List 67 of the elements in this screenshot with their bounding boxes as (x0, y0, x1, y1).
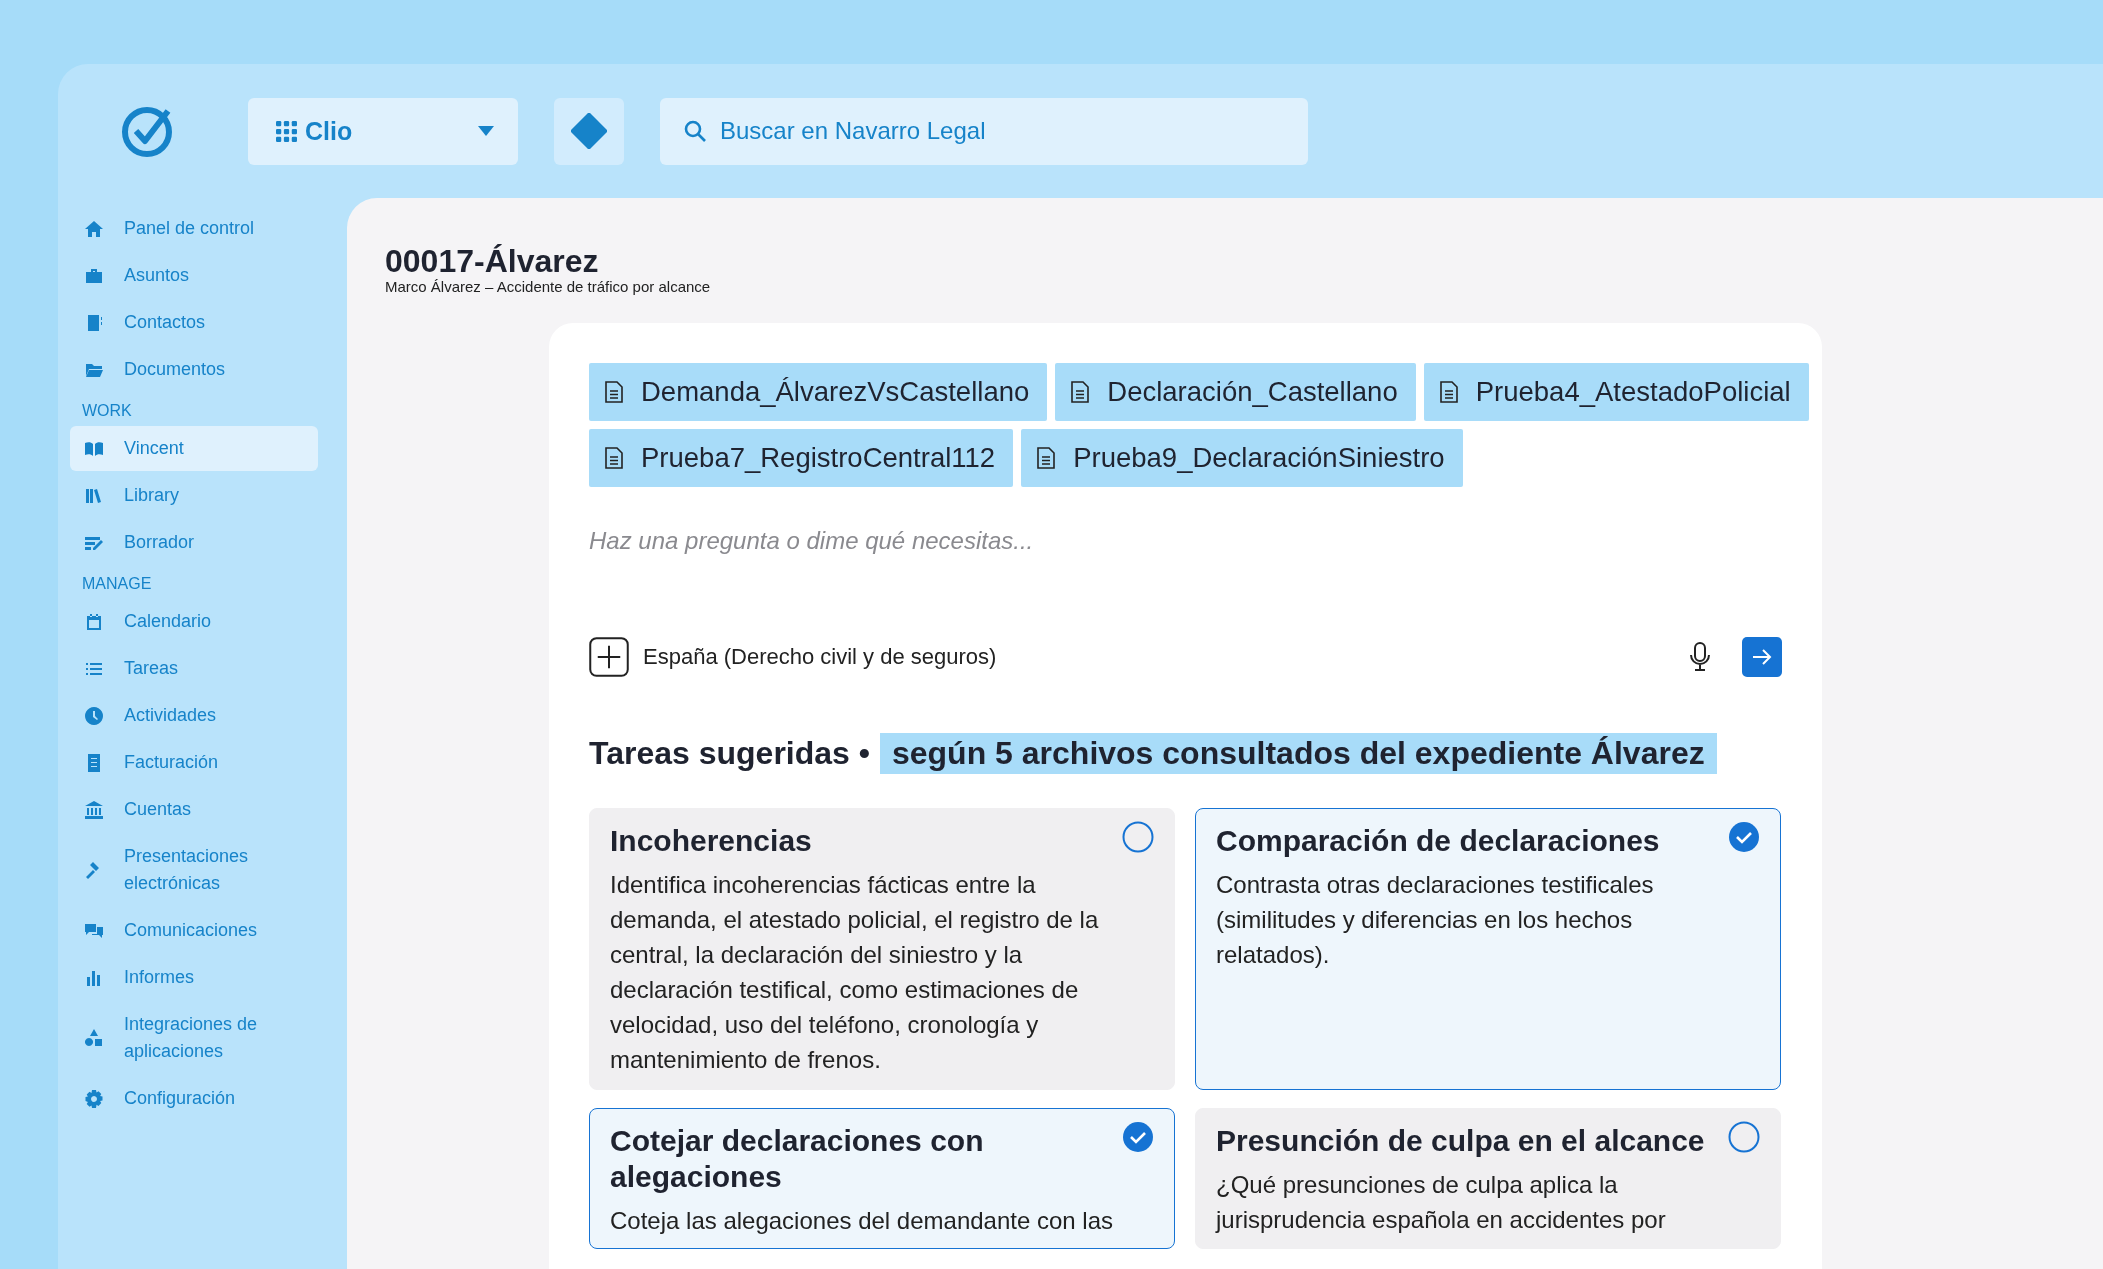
workspace-dropdown[interactable]: Clio (248, 97, 518, 165)
caret-icon (478, 126, 494, 136)
attachment-chip[interactable]: Prueba7_RegistroCentral112 (589, 429, 1014, 487)
send-button[interactable] (1742, 637, 1782, 677)
sidebar-item[interactable]: Facturación (70, 740, 318, 785)
jurisdiction-label[interactable]: España (Derecho civil y de seguros) (643, 644, 1676, 670)
empty-circle-icon[interactable] (1728, 1121, 1760, 1153)
sidebar-item[interactable]: Library (70, 473, 318, 518)
search-field[interactable]: Buscar en Navarro Legal (660, 97, 1308, 165)
checked-circle-icon[interactable] (1728, 821, 1760, 853)
attachment-chip[interactable]: Declaración_Castellano (1055, 363, 1416, 421)
task-card[interactable]: Presunción de culpa en el alcance ¿Qué presunciones de culpa aplica la jurisprudencia española en accidentes por (1195, 1108, 1781, 1249)
sidebar-item[interactable]: Comunicaciones (70, 908, 318, 953)
shapes-icon (84, 1028, 104, 1048)
sidebar-item[interactable]: Integraciones de aplicaciones (70, 1002, 318, 1074)
document-icon (1071, 381, 1090, 403)
section-heading: WORK (81, 401, 133, 421)
task-card[interactable] (589, 808, 1175, 1090)
task-card[interactable]: Cotejar declaraciones con alegaciones Coteja las alegaciones del demandante con las (589, 1108, 1175, 1249)
document-icon (1439, 381, 1458, 403)
document-icon (605, 381, 623, 403)
sidebar-item[interactable]: Asuntos (70, 253, 318, 298)
bank-icon (84, 799, 104, 820)
clock-icon (84, 705, 104, 726)
home-icon (84, 218, 104, 239)
source-note: según 5 archivos consultados del expediente Álvarez (879, 733, 1717, 774)
diamond-icon (571, 113, 607, 149)
task-title: Comparación de declaraciones (1216, 823, 1660, 859)
task-title: Incoherencias (610, 823, 812, 859)
diamond-button[interactable] (554, 97, 624, 165)
sidebar-item[interactable]: Configuración (70, 1076, 318, 1121)
section-title: Tareas sugeridas • (589, 735, 870, 772)
sidebar-item[interactable]: Borrador (70, 520, 318, 565)
sidebar-item[interactable]: Documentos (70, 347, 318, 392)
grid-icon (276, 120, 297, 142)
sidebar-item[interactable]: Panel de control (70, 206, 318, 251)
sidebar-item[interactable]: Informes (70, 955, 318, 1000)
document-icon (1037, 447, 1056, 469)
sidebar-item[interactable]: Cuentas (70, 787, 318, 832)
sidebar-item[interactable]: Actividades (70, 693, 318, 738)
attachment-chip[interactable]: Prueba9_DeclaraciónSiniestro (1021, 429, 1463, 487)
document-icon (605, 447, 623, 469)
task-description: Contrasta otras declaraciones testificales (similitudes y diferencias en los hechos relatados). (1216, 870, 1655, 970)
task-description: Coteja las alegaciones del demandante con las (610, 1206, 1114, 1236)
sidebar-item[interactable]: Presentaciones electrónicas (70, 834, 318, 906)
sidebar-item[interactable]: Vincent (70, 426, 318, 471)
empty-circle-icon[interactable] (1122, 821, 1154, 853)
matter-subtitle: Marco Álvarez – Accidente de tráfico por alcance (385, 278, 712, 295)
search-icon (683, 118, 707, 143)
sidebar-item[interactable]: Contactos (70, 300, 318, 345)
section-heading: MANAGE (81, 574, 153, 594)
task-description: Identifica incoherencias fácticas entre la demanda, el atestado policial, el registro de la central, la declaración del siniestro y la declaración testifical, como estimaciones de velocidad, uso del teléfono, cronología y mantenimiento de frenos. (610, 870, 1100, 1075)
gear-icon (84, 1088, 104, 1109)
task-card[interactable]: Comparación de declaraciones Contrasta otras declaraciones testificales (similitudes y diferencias en los hechos relatados). (1195, 808, 1781, 1090)
arrow-right-icon (1752, 649, 1772, 665)
attachment-chip[interactable]: Demanda_ÁlvarezVsCastellano (589, 363, 1048, 421)
sidebar-item[interactable]: Calendario (70, 599, 318, 644)
task-title: Cotejar declaraciones con alegaciones (610, 1123, 985, 1195)
plus-icon[interactable] (589, 637, 629, 677)
sidebar-item[interactable]: Tareas (70, 646, 318, 691)
attachment-chip[interactable]: Prueba4_AtestadoPolicial (1423, 363, 1809, 421)
task-title: Presunción de culpa en el alcance (1216, 1123, 1705, 1159)
checked-circle-icon[interactable] (1122, 1121, 1154, 1153)
matter-title: 00017-Álvarez (385, 244, 600, 278)
microphone-icon[interactable] (1690, 640, 1710, 674)
task-description: ¿Qué presunciones de culpa aplica la jurisprudencia española en accidentes por (1216, 1170, 1667, 1235)
calendar-icon (84, 611, 104, 632)
